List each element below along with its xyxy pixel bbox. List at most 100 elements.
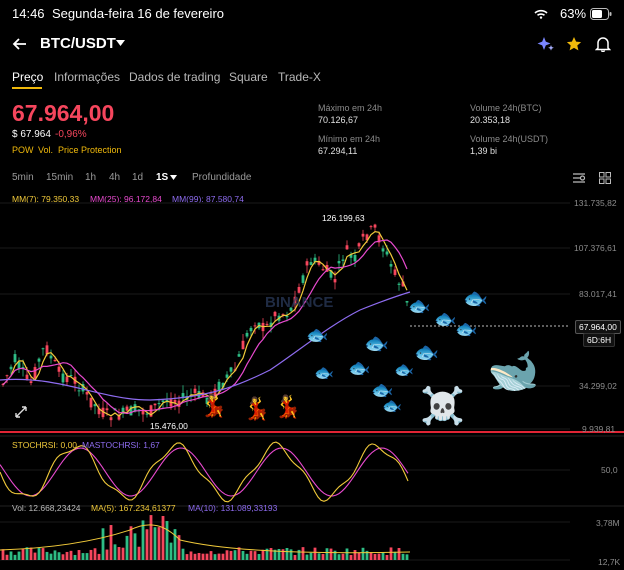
candle-body xyxy=(85,392,89,395)
volume-bar xyxy=(357,552,361,560)
candle-body xyxy=(245,332,249,337)
tf-4h[interactable]: 4h xyxy=(109,172,120,183)
volume-bar xyxy=(269,548,273,560)
candle-body xyxy=(145,413,149,415)
ai-sparkle-icon[interactable] xyxy=(537,36,555,52)
flag-price-protection[interactable]: Price Protection xyxy=(58,145,122,155)
volume-bar xyxy=(153,527,157,560)
volume-bar xyxy=(401,553,405,560)
high-label: Máximo em 24h xyxy=(318,103,383,113)
candle-body xyxy=(253,325,257,327)
chevron-down-icon[interactable] xyxy=(116,40,125,47)
candle-body xyxy=(345,245,349,250)
candle-body xyxy=(105,408,109,411)
tf-1s[interactable]: 1S xyxy=(156,172,168,183)
current-price-tag: 67.964,00 xyxy=(575,320,621,334)
candle-body xyxy=(65,376,69,383)
stoch-ma-line xyxy=(0,447,409,497)
high-value: 70.126,67 xyxy=(318,115,359,125)
volume-bar xyxy=(213,554,217,560)
price-axis-2: 107.376,61 xyxy=(574,243,617,253)
candle-body xyxy=(125,406,129,411)
candle-body xyxy=(305,261,309,266)
volume-bar xyxy=(49,553,53,560)
volume-bar xyxy=(337,554,341,560)
favorite-star-icon[interactable] xyxy=(566,36,582,52)
candle-body xyxy=(49,355,53,359)
whale-icon: 🐋 xyxy=(487,347,540,394)
volume-bar xyxy=(385,554,389,560)
candle-body xyxy=(273,311,277,317)
vol-usdt-value: 1,39 bi xyxy=(470,146,498,156)
volume-bar xyxy=(345,548,349,560)
volume-bar xyxy=(289,549,293,560)
volume-bar xyxy=(313,547,317,560)
candle-body xyxy=(309,262,313,265)
candle-body xyxy=(61,373,65,383)
candle-body xyxy=(381,248,385,252)
candle-body xyxy=(385,251,389,255)
volume-bar xyxy=(25,547,29,560)
pair-title[interactable]: BTC/USDT xyxy=(40,35,116,52)
candle-body xyxy=(33,367,37,379)
tab-preco[interactable]: Preço xyxy=(12,70,43,84)
volume-bar xyxy=(209,551,213,560)
tf-5min[interactable]: 5min xyxy=(12,172,34,183)
volume-bar xyxy=(393,551,397,560)
volume-bar xyxy=(397,548,401,560)
volume-bar xyxy=(301,547,305,560)
volume-bar xyxy=(221,553,225,560)
high-marker-label: 126.199,63 xyxy=(322,213,365,223)
fish-icon: 🐟 xyxy=(434,309,457,329)
volume-bar xyxy=(137,546,141,560)
volume-bar xyxy=(229,550,233,560)
volume-bar xyxy=(93,548,97,560)
flag-pow[interactable]: POW xyxy=(12,145,34,155)
low-label: Mínimo em 24h xyxy=(318,134,381,144)
volume-ma-line xyxy=(0,524,411,554)
volume-bar xyxy=(149,515,153,560)
expand-icon[interactable] xyxy=(14,405,28,419)
tab-dados-de-trading[interactable]: Dados de trading xyxy=(129,70,220,84)
tab-trade-x[interactable]: Trade-X xyxy=(278,70,321,84)
fish-icon: 🐟 xyxy=(306,325,329,345)
volume-bar xyxy=(277,548,281,560)
candle-body xyxy=(53,359,57,362)
tf-15min[interactable]: 15min xyxy=(46,172,73,183)
tab-informacoes[interactable]: Informações xyxy=(54,70,120,84)
tf-1d[interactable]: 1d xyxy=(132,172,143,183)
volume-bar xyxy=(85,553,89,560)
candle-body xyxy=(301,275,305,283)
candle-body xyxy=(297,286,301,293)
ma7-line xyxy=(2,230,408,417)
skull-crossbones-icon: ☠️ xyxy=(420,385,465,426)
volume-bar xyxy=(369,552,373,560)
volume-bar xyxy=(29,547,33,560)
volume-bar xyxy=(121,547,125,560)
volume-bar xyxy=(69,550,73,560)
battery-icon xyxy=(590,8,612,20)
volume-bar xyxy=(129,526,133,560)
bell-icon[interactable] xyxy=(595,36,611,52)
back-arrow-icon[interactable] xyxy=(12,36,28,52)
candle-body xyxy=(13,354,17,363)
volume-bar xyxy=(157,527,161,560)
volume-bar xyxy=(125,535,129,560)
indicator-settings-icon[interactable] xyxy=(572,172,586,184)
volume-bar xyxy=(389,547,393,560)
volume-bar xyxy=(217,553,221,560)
candle-body xyxy=(25,374,29,380)
tf-chevron-down-icon[interactable] xyxy=(170,175,177,180)
volume-ma10-label: MA(10): 131.089,33193 xyxy=(188,503,278,513)
volume-bar xyxy=(77,550,81,560)
flag-vol[interactable]: Vol. xyxy=(38,145,53,155)
tab-square[interactable]: Square xyxy=(229,70,268,84)
grid-layout-icon[interactable] xyxy=(599,172,611,184)
volume-bar xyxy=(173,529,177,560)
tf-1h[interactable]: 1h xyxy=(85,172,96,183)
volume-bar xyxy=(405,554,409,560)
volume-bar xyxy=(165,521,169,560)
volume-bar xyxy=(261,549,265,560)
tf-profundidade[interactable]: Profundidade xyxy=(192,172,252,183)
volume-bar xyxy=(377,553,381,560)
